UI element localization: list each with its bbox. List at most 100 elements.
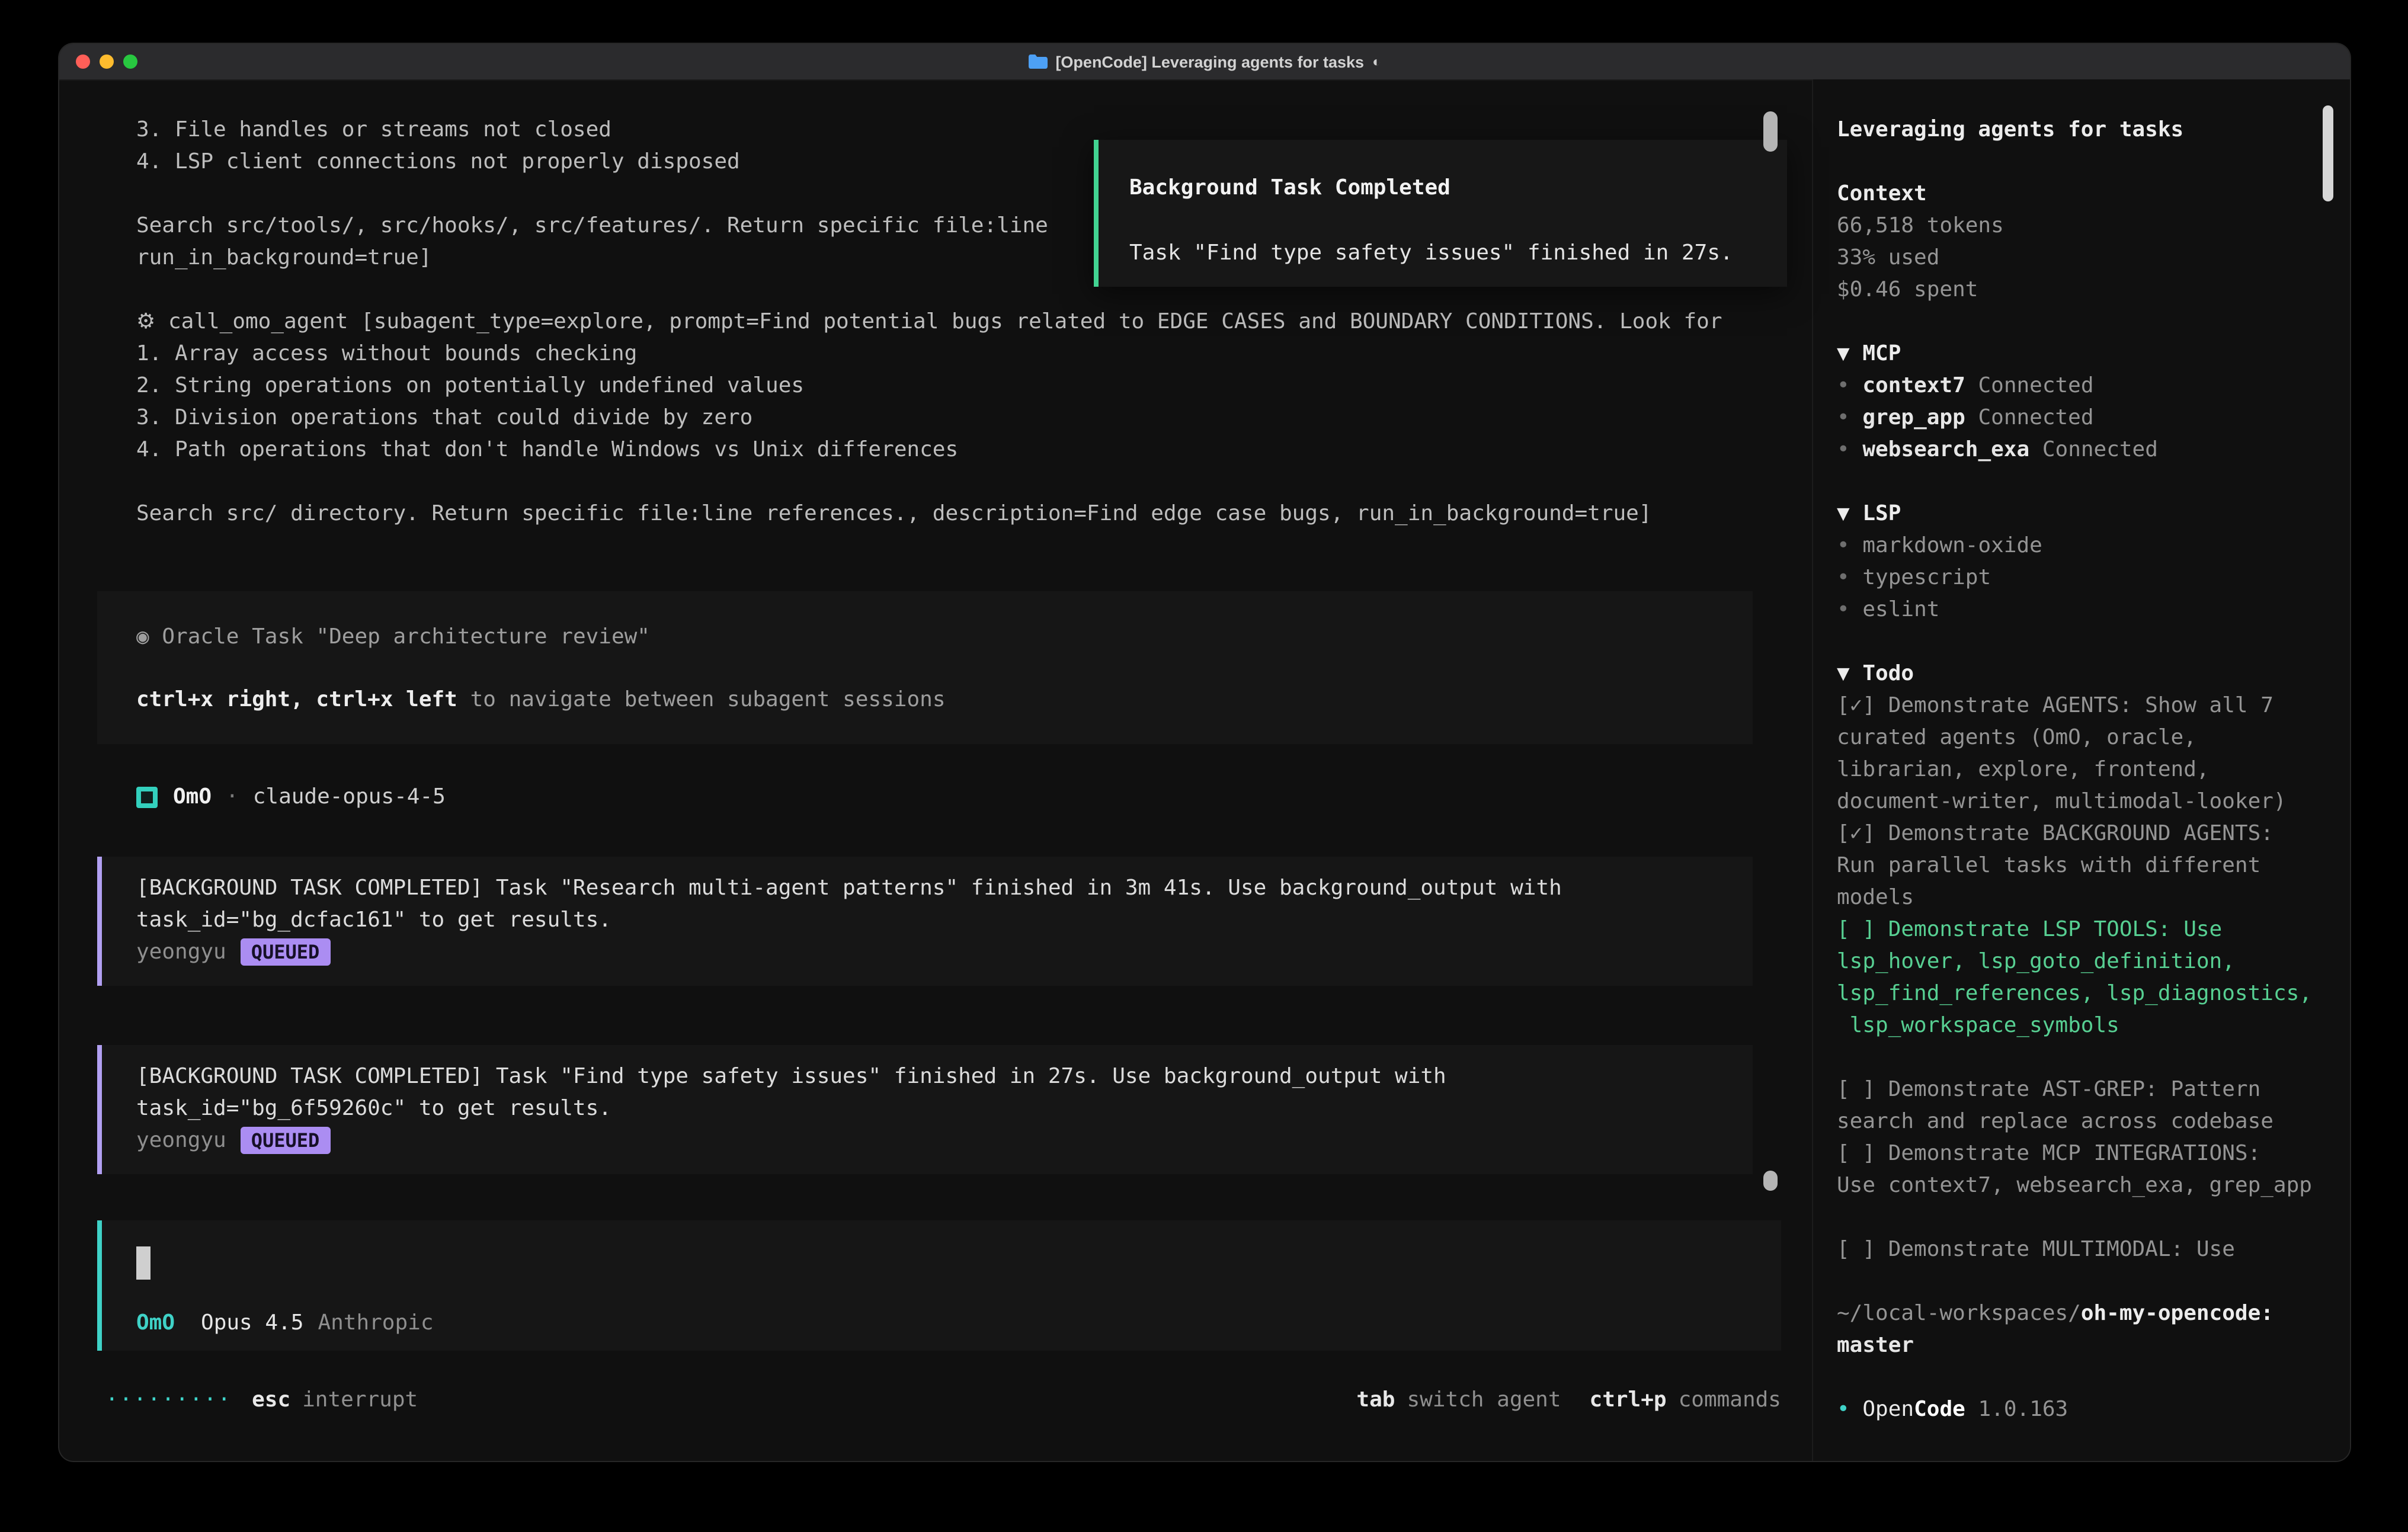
todo-line: models [1837, 882, 2329, 914]
todo-line-active: lsp_hover, lsp_goto_definition, [1837, 946, 2329, 977]
mcp-item: • context7 Connected [1837, 370, 2329, 402]
active-agent: OmO [136, 1310, 175, 1335]
lsp-name: eslint [1862, 597, 1939, 622]
oracle-hint-line: ctrl+x right, ctrl+x left to navigate be… [136, 684, 1753, 716]
context-used: 33% used [1837, 242, 2329, 274]
separator-dot: · [226, 784, 239, 809]
terminal-window: [OpenCode] Leveraging agents for tasks ◐… [59, 44, 2350, 1461]
todo-line: librarian, explore, frontend, [1837, 754, 2329, 786]
todo-line-active: lsp_workspace_symbols [1837, 1009, 2329, 1041]
mcp-name: context7 [1862, 373, 1965, 398]
sidebar-scrollbar-thumb[interactable] [2323, 105, 2333, 201]
blank-line [1837, 626, 2329, 658]
status-left: ········· esc interrupt [105, 1387, 418, 1412]
blank-line [1837, 306, 2329, 338]
message-text: task_id="bg_6f59260c" to get results. [136, 1092, 1753, 1124]
mcp-status: Connected [1978, 405, 2093, 430]
model-provider: Anthropic [318, 1310, 433, 1335]
message-author: yeongyu [136, 1128, 226, 1153]
scrollback-line [136, 466, 1795, 498]
lsp-item: • markdown-oxide [1837, 530, 2329, 562]
mcp-name: grep_app [1862, 405, 1965, 430]
folder-icon [1028, 55, 1047, 69]
agent-header: OmO · claude-opus-4-5 [136, 781, 446, 813]
blank-line [1837, 1361, 2329, 1393]
scrollback-line: 1. Array access without bounds checking [136, 338, 1795, 370]
lsp-section-header: ▼ LSP [1837, 498, 2329, 530]
oracle-task-text: Oracle Task "Deep architecture review" [162, 624, 650, 649]
mcp-name: websearch_exa [1862, 437, 2029, 462]
message-meta: yeongyu QUEUED [136, 1124, 1753, 1156]
ctrlp-key-label: commands [1679, 1387, 1781, 1412]
notification-title: Background Task Completed [1129, 172, 1787, 204]
todo-line: Run parallel tasks with different [1837, 850, 2329, 882]
app-name-code: Code [1914, 1397, 1965, 1422]
input-footer: OmO Opus 4.5 Anthropic [136, 1307, 1781, 1339]
session-title: Leveraging agents for tasks [1837, 114, 2329, 146]
status-badge: QUEUED [241, 938, 331, 966]
message-block: [BACKGROUND TASK COMPLETED] Task "Find t… [97, 1045, 1753, 1174]
blank-line [1837, 1265, 2329, 1297]
prompt-input[interactable]: OmO Opus 4.5 Anthropic [97, 1220, 1781, 1351]
window-title: [OpenCode] Leveraging agents for tasks ◐ [59, 44, 2350, 79]
lsp-name: markdown-oxide [1862, 533, 2042, 558]
todo-line: [ ] Demonstrate AST-GREP: Pattern [1837, 1073, 2329, 1105]
git-branch: master [1837, 1333, 1914, 1358]
blank-line [1837, 1201, 2329, 1233]
app-version: 1.0.163 [1978, 1397, 2068, 1422]
lsp-header-label: LSP [1862, 501, 1901, 526]
mcp-item: • websearch_exa Connected [1837, 434, 2329, 466]
chevron-down-icon[interactable]: ▼ [1837, 341, 1850, 366]
todo-line: search and replace across codebase [1837, 1105, 2329, 1137]
tab-key-hint: tab [1356, 1387, 1395, 1412]
workspace-repo: oh-my-opencode: [2081, 1301, 2273, 1326]
lsp-name: typescript [1862, 565, 1991, 590]
bullet-icon: • [1837, 405, 1850, 430]
todo-line: curated agents (OmO, oracle, [1837, 722, 2329, 754]
blank-line [1837, 1041, 2329, 1073]
chevron-down-icon[interactable]: ▼ [1837, 661, 1850, 686]
scrollback-line: 4. Path operations that don't handle Win… [136, 434, 1795, 466]
esc-key-label: interrupt [302, 1387, 418, 1412]
screen: [OpenCode] Leveraging agents for tasks ◐… [0, 0, 2408, 1532]
hint-text: to navigate between subagent sessions [470, 687, 946, 712]
main-scrollbar-thumb-bottom[interactable] [1763, 1171, 1778, 1191]
esc-key-hint: esc [252, 1387, 290, 1412]
todo-section-header: ▼ Todo [1837, 658, 2329, 690]
message-text: [BACKGROUND TASK COMPLETED] Task "Resear… [136, 872, 1753, 904]
app-name-open: Open [1862, 1397, 1914, 1422]
oracle-task-line: ◉ Oracle Task "Deep architecture review" [136, 621, 1753, 653]
context-tokens: 66,518 tokens [1837, 210, 2329, 242]
message-author: yeongyu [136, 940, 226, 964]
bullet-icon: • [1837, 533, 1850, 558]
todo-header-label: Todo [1862, 661, 1914, 686]
agent-name: OmO [173, 784, 212, 809]
notification-body: Task "Find type safety issues" finished … [1129, 237, 1787, 269]
titlebar[interactable]: [OpenCode] Leveraging agents for tasks ◐ [59, 44, 2350, 81]
status-bar: ········· esc interrupt tab switch agent… [105, 1384, 1781, 1416]
mcp-status: Connected [2042, 437, 2158, 462]
sidebar-content: Leveraging agents for tasks Context 66,5… [1837, 114, 2329, 1425]
mcp-item: • grep_app Connected [1837, 402, 2329, 434]
mcp-section-header: ▼ MCP [1837, 338, 2329, 370]
active-model: Opus 4.5 [201, 1310, 303, 1335]
context-spent: $0.46 spent [1837, 274, 2329, 306]
lsp-item: • eslint [1837, 594, 2329, 626]
blank-line [1837, 466, 2329, 498]
status-badge: QUEUED [241, 1127, 331, 1154]
bullet-icon: • [1837, 597, 1850, 622]
message-meta: yeongyu QUEUED [136, 936, 1753, 968]
tool-call-text: call_omo_agent [subagent_type=explore, p… [168, 309, 1722, 334]
tool-call-line: ⚙ call_omo_agent [subagent_type=explore,… [136, 306, 1795, 338]
gear-icon: ⚙ [136, 309, 155, 334]
keyboard-shortcut: ctrl+x right, ctrl+x left [136, 687, 457, 712]
scrollback-line: Search src/ directory. Return specific f… [136, 498, 1795, 530]
message-text: [BACKGROUND TASK COMPLETED] Task "Find t… [136, 1060, 1753, 1092]
bullet-icon: • [1837, 437, 1850, 462]
chevron-down-icon[interactable]: ▼ [1837, 501, 1850, 526]
todo-line: document-writer, multimodal-looker) [1837, 786, 2329, 818]
oracle-task-panel: ◉ Oracle Task "Deep architecture review"… [97, 591, 1753, 744]
main-scrollbar-thumb-top[interactable] [1763, 111, 1778, 152]
blank-line [1837, 146, 2329, 178]
scrollback-line: 2. String operations on potentially unde… [136, 370, 1795, 402]
